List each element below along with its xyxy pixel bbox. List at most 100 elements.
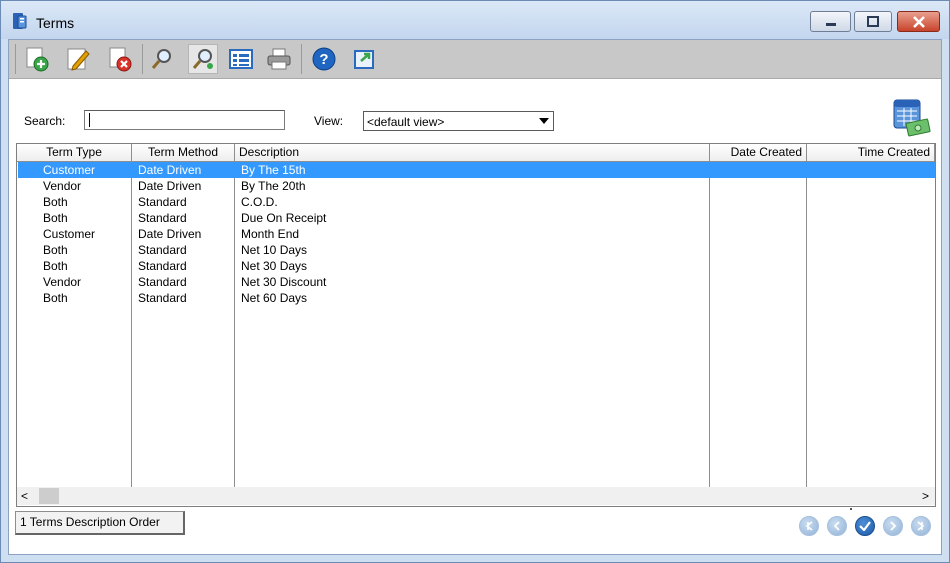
table-row[interactable]: Customer Date Driven By The 15th (18, 162, 935, 178)
previous-record-icon (833, 521, 840, 531)
table-row[interactable]: Vendor Date Driven By The 20th (18, 178, 935, 194)
search-input[interactable] (84, 110, 285, 130)
table-cell-description: C.O.D. (241, 195, 278, 209)
sort-order-tab[interactable]: 1 Terms Description Order (15, 511, 185, 535)
table-cell-term-method: Standard (138, 211, 187, 225)
table-cell-description: By The 20th (241, 179, 306, 193)
table-cell-term-type: Both (43, 195, 68, 209)
table-cell-description: By The 15th (241, 163, 306, 177)
find-icon (151, 49, 171, 69)
table-cell-term-method: Date Driven (138, 227, 202, 241)
table-row[interactable]: Both Standard Due On Receipt (18, 210, 935, 226)
delete-icon (109, 47, 132, 72)
help-icon: ? (312, 47, 336, 71)
toolbar-separator (301, 44, 302, 74)
confirm-button[interactable] (855, 516, 875, 536)
status-dot (850, 508, 852, 510)
text-cursor (89, 113, 90, 127)
delete-button[interactable] (105, 44, 135, 74)
table-cell-term-type: Both (43, 243, 68, 257)
table-cell-description: Due On Receipt (241, 211, 327, 225)
add-icon (26, 47, 49, 72)
toolbar: ? (9, 40, 941, 79)
table-row[interactable]: Both Standard Net 60 Days (18, 290, 935, 306)
list-icon (229, 49, 253, 69)
close-button[interactable] (897, 11, 940, 32)
title-bar[interactable]: Terms (1, 1, 949, 39)
table-cell-description: Net 30 Discount (241, 275, 327, 289)
list-view-button[interactable] (226, 44, 256, 74)
database-money-icon[interactable] (891, 97, 931, 137)
column-header-date-created[interactable]: Date Created (710, 144, 807, 162)
table-cell-description: Net 30 Days (241, 259, 308, 273)
table-cell-term-method: Standard (138, 259, 187, 273)
edit-button[interactable] (63, 44, 93, 74)
chevron-down-icon (539, 118, 549, 124)
table-cell-term-type: Vendor (43, 179, 82, 193)
table-row[interactable]: Both Standard Net 30 Days (18, 258, 935, 274)
table-row[interactable]: Vendor Standard Net 30 Discount (18, 274, 935, 290)
table-cell-term-type: Both (43, 291, 68, 305)
toolbar-separator (142, 44, 143, 74)
scrollbar-thumb[interactable] (39, 488, 59, 504)
next-record-button[interactable] (883, 516, 903, 536)
column-header-description[interactable]: Description (235, 144, 710, 162)
svg-text:?: ? (319, 51, 328, 68)
column-header-time-created[interactable]: Time Created (807, 144, 935, 162)
app-icon (13, 13, 27, 29)
table-cell-description: Month End (241, 227, 300, 241)
table-cell-term-type: Customer (43, 163, 96, 177)
maximize-button[interactable] (854, 11, 892, 32)
toolbar-separator (15, 44, 16, 74)
edit-icon (67, 48, 90, 71)
table-cell-term-type: Vendor (43, 275, 82, 289)
terms-table: Term Type Term Method Description Date C… (16, 143, 936, 507)
last-record-icon (917, 521, 925, 531)
minimize-button[interactable] (810, 11, 851, 32)
table-cell-description: Net 60 Days (241, 291, 308, 305)
add-button[interactable] (22, 44, 52, 74)
table-cell-term-method: Standard (138, 291, 187, 305)
maximize-icon (867, 16, 879, 27)
first-record-button[interactable] (799, 516, 819, 536)
scroll-left-icon[interactable]: < (21, 489, 28, 503)
previous-record-button[interactable] (827, 516, 847, 536)
help-button[interactable]: ? (309, 44, 339, 74)
view-selected-value: <default view> (367, 115, 445, 129)
find-next-icon (192, 49, 213, 69)
view-label: View: (314, 114, 344, 128)
table-cell-term-method: Date Driven (138, 179, 202, 193)
table-cell-description: Net 10 Days (241, 243, 308, 257)
column-header-term-type[interactable]: Term Type (17, 144, 132, 162)
find-button[interactable] (147, 44, 177, 74)
table-row[interactable]: Both Standard Net 10 Days (18, 242, 935, 258)
table-cell-term-method: Standard (138, 195, 187, 209)
export-icon (354, 50, 374, 69)
first-record-icon (805, 521, 813, 531)
table-row[interactable]: Both Standard C.O.D. (18, 194, 935, 210)
minimize-icon (825, 22, 836, 26)
find-next-button[interactable] (188, 44, 218, 74)
print-button[interactable] (264, 44, 294, 74)
close-icon (912, 15, 925, 28)
next-record-icon (890, 521, 897, 531)
sort-order-label: 1 Terms Description Order (20, 515, 160, 529)
print-icon (267, 48, 291, 70)
table-row[interactable]: Customer Date Driven Month End (18, 226, 935, 242)
terms-panel: ? Search: View: <default view> Term Type… (8, 39, 942, 555)
terms-window: Terms ? Search: View: <default view> Ter… (0, 0, 950, 563)
view-dropdown[interactable]: <default view> (363, 111, 554, 131)
dropdown-arrow-button[interactable] (537, 114, 551, 128)
window-title: Terms (36, 15, 75, 31)
scroll-right-icon[interactable]: > (922, 489, 929, 503)
export-button[interactable] (350, 44, 380, 74)
table-cell-term-method: Standard (138, 243, 187, 257)
search-label: Search: (24, 114, 66, 128)
table-cell-term-type: Both (43, 259, 68, 273)
table-cell-term-method: Date Driven (138, 163, 202, 177)
table-cell-term-type: Customer (43, 227, 96, 241)
table-cell-term-type: Both (43, 211, 68, 225)
last-record-button[interactable] (911, 516, 931, 536)
column-header-term-method[interactable]: Term Method (132, 144, 235, 162)
horizontal-scrollbar[interactable]: < > (17, 487, 935, 505)
